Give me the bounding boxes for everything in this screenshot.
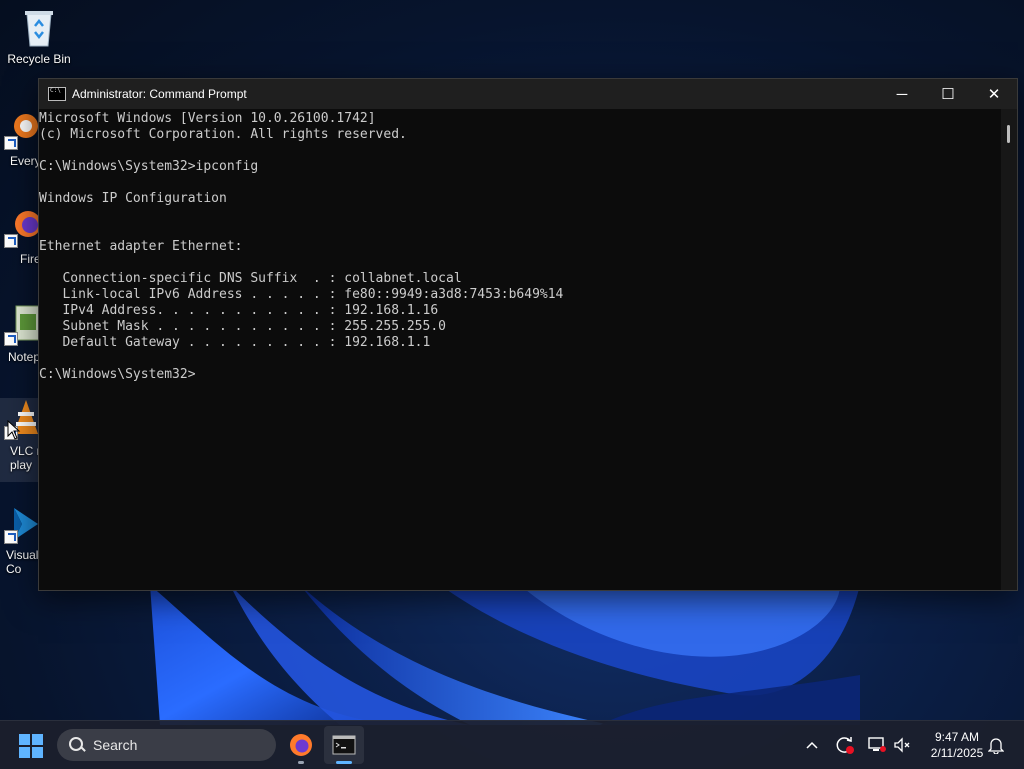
desktop-icon-vlc[interactable]: VLC r play	[0, 398, 41, 482]
minimize-button[interactable]: ─	[879, 79, 925, 109]
desktop-icon-label: Fire	[20, 252, 41, 266]
command-prompt-window[interactable]: Administrator: Command Prompt ─ ☐ ✕ Micr…	[38, 78, 1018, 591]
taskbar: Search 9:47 AM 2/11/2025	[0, 720, 1024, 769]
console-line: Windows IP Configuration	[39, 191, 227, 206]
network-icon	[868, 737, 886, 752]
close-button[interactable]: ✕	[971, 79, 1017, 109]
vscode-icon	[0, 502, 40, 544]
console-line: IPv4 Address. . . . . . . . . . . : 192.…	[39, 303, 439, 318]
desktop-icon-vscode[interactable]: Visual Co	[0, 502, 40, 576]
console-line: Connection-specific DNS Suffix . : colla…	[39, 271, 462, 286]
show-hidden-icons-button[interactable]	[800, 721, 824, 769]
search-box[interactable]: Search	[57, 729, 276, 761]
volume-muted-icon	[894, 737, 910, 753]
taskbar-firefox[interactable]	[281, 726, 321, 764]
scrollbar-thumb[interactable]	[1007, 125, 1010, 143]
desktop-icon-label: Notep	[8, 350, 41, 364]
cmd-app-icon	[332, 735, 356, 755]
console-line: (c) Microsoft Corporation. All rights re…	[39, 127, 407, 142]
window-title: Administrator: Command Prompt	[72, 87, 247, 101]
bell-icon	[988, 738, 1004, 754]
search-icon	[69, 737, 85, 753]
taskbar-command-prompt[interactable]	[324, 726, 364, 764]
sync-status-button[interactable]	[832, 721, 858, 769]
cmd-app-icon	[48, 87, 66, 101]
maximize-button[interactable]: ☐	[925, 79, 971, 109]
console-line: Subnet Mask . . . . . . . . . . . : 255.…	[39, 319, 446, 334]
vertical-scrollbar[interactable]	[1001, 109, 1017, 590]
desktop-icon-everything[interactable]: Every	[0, 108, 41, 168]
console-line: Link-local IPv6 Address . . . . . : fe80…	[39, 287, 564, 302]
windows-logo-icon	[19, 734, 30, 745]
recycle-bin-icon	[19, 6, 59, 48]
desktop-icon-firefox[interactable]: Fire	[0, 206, 41, 266]
sync-error-icon	[836, 737, 854, 754]
shortcut-arrow-icon	[4, 530, 18, 544]
chevron-up-icon	[806, 741, 818, 749]
volume-button[interactable]	[890, 721, 914, 769]
search-label: Search	[93, 737, 138, 753]
notifications-button[interactable]	[984, 721, 1008, 769]
desktop-icon-notepad[interactable]: Notep	[0, 304, 41, 364]
console-line: Ethernet adapter Ethernet:	[39, 239, 243, 254]
desktop-icon-label: Recycle Bin	[7, 52, 71, 66]
console-line: C:\Windows\System32>	[39, 367, 196, 382]
notepad-icon	[0, 304, 41, 346]
wallpaper-bloom	[140, 585, 860, 725]
everything-icon	[0, 108, 40, 150]
active-indicator	[336, 761, 352, 764]
window-titlebar[interactable]: Administrator: Command Prompt ─ ☐ ✕	[39, 79, 1017, 109]
running-indicator	[298, 761, 304, 764]
shortcut-arrow-icon	[4, 136, 18, 150]
desktop-icon-recycle-bin[interactable]: Recycle Bin	[0, 6, 78, 66]
shortcut-arrow-icon	[4, 234, 18, 248]
start-button[interactable]	[19, 734, 43, 758]
desktop-icon-label: Every	[10, 154, 41, 168]
firefox-icon	[290, 734, 312, 756]
console-line: Default Gateway . . . . . . . . . : 192.…	[39, 335, 431, 350]
firefox-icon	[0, 206, 41, 248]
desktop-icon-label: VLC r play	[10, 444, 41, 472]
shortcut-arrow-icon	[4, 332, 18, 346]
console-line: Microsoft Windows [Version 10.0.26100.17…	[39, 111, 376, 126]
console-line: C:\Windows\System32>ipconfig	[39, 159, 259, 174]
desktop-icon-label: Visual Co	[6, 548, 39, 576]
console-output[interactable]: Microsoft Windows [Version 10.0.26100.17…	[39, 109, 1001, 590]
network-button[interactable]	[864, 721, 890, 769]
